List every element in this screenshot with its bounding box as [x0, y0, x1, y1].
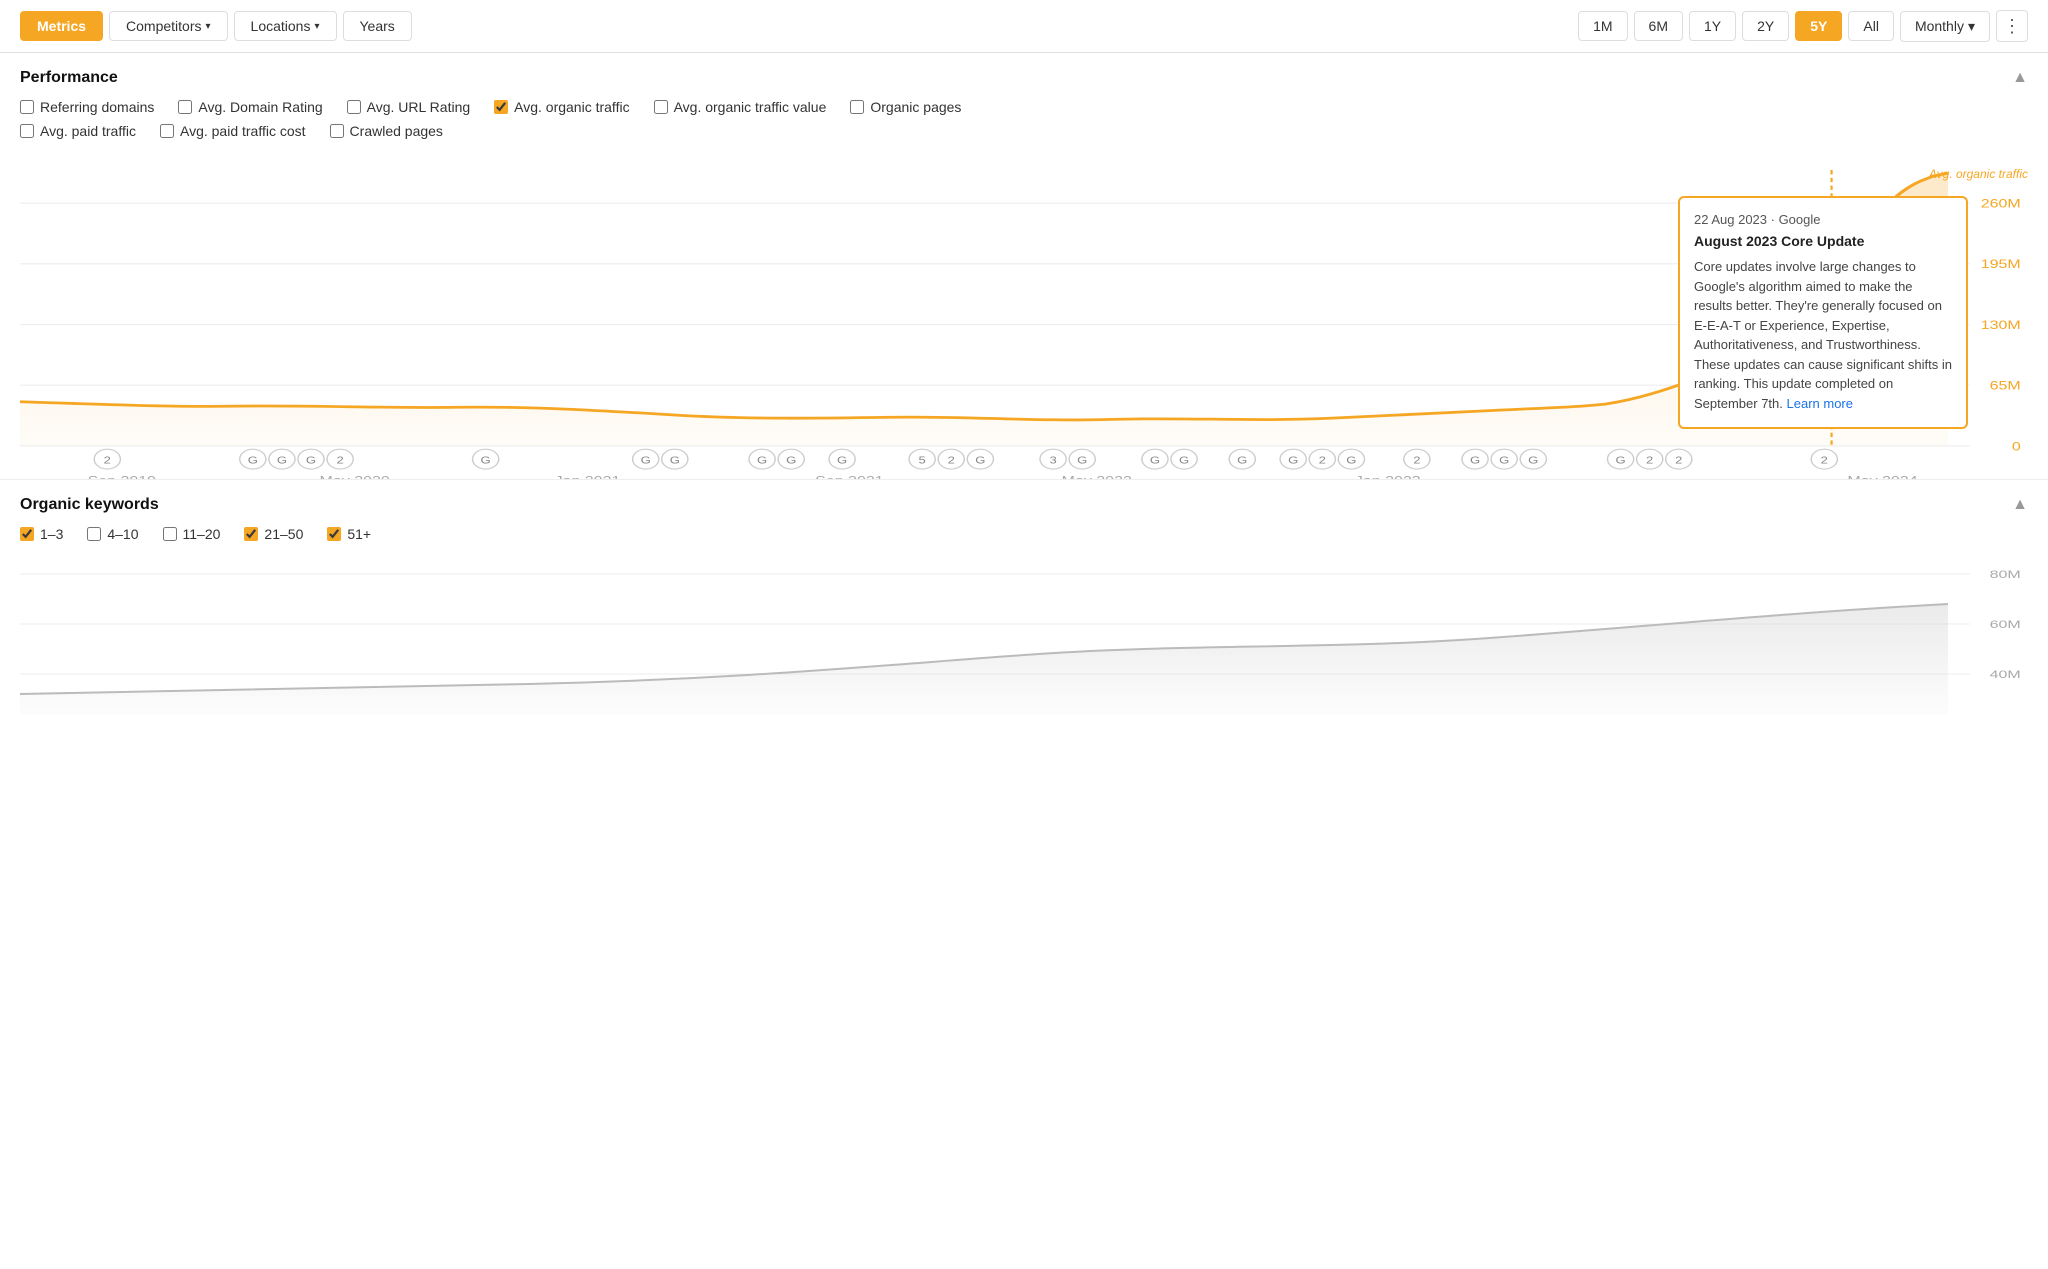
svg-text:G: G — [1615, 455, 1625, 466]
svg-text:195M: 195M — [1981, 258, 2021, 272]
svg-text:Jan 2023: Jan 2023 — [1355, 474, 1421, 479]
locations-button[interactable]: Locations ▾ — [234, 11, 337, 41]
svg-text:G: G — [277, 455, 287, 466]
chevron-down-icon: ▾ — [1968, 18, 1975, 35]
svg-text:2: 2 — [1319, 455, 1326, 466]
years-button[interactable]: Years — [343, 11, 412, 41]
performance-title: Performance — [20, 69, 118, 87]
svg-text:G: G — [757, 455, 767, 466]
svg-text:May 2024: May 2024 — [1847, 474, 1917, 479]
performance-chart: Avg. organic traffic — [20, 159, 2028, 479]
checkbox-avg-organic-traffic-value[interactable]: Avg. organic traffic value — [654, 99, 827, 115]
svg-text:Jan 2021: Jan 2021 — [555, 474, 621, 479]
svg-text:G: G — [306, 455, 316, 466]
performance-section: Performance ▲ Referring domains Avg. Dom… — [0, 53, 2048, 479]
chevron-down-icon: ▾ — [206, 21, 211, 32]
svg-text:260M: 260M — [1981, 197, 2021, 211]
5y-button[interactable]: 5Y — [1795, 11, 1842, 41]
1m-button[interactable]: 1M — [1578, 11, 1627, 41]
svg-text:40M: 40M — [1990, 668, 2021, 680]
organic-keywords-section: Organic keywords ▲ 1–3 4–10 11–20 21–50 … — [0, 480, 2048, 714]
svg-text:G: G — [1237, 455, 1247, 466]
collapse-organic-keywords-button[interactable]: ▲ — [2012, 496, 2028, 514]
checkbox-avg-paid-traffic-cost[interactable]: Avg. paid traffic cost — [160, 123, 306, 139]
filter-4-10[interactable]: 4–10 — [87, 526, 138, 542]
organic-keywords-chart: 80M 60M 40M — [20, 554, 2028, 714]
svg-text:G: G — [1179, 455, 1189, 466]
metrics-button[interactable]: Metrics — [20, 11, 103, 41]
svg-text:60M: 60M — [1990, 618, 2021, 630]
nav-left: Metrics Competitors ▾ Locations ▾ Years — [20, 11, 412, 41]
6m-button[interactable]: 6M — [1634, 11, 1683, 41]
checkbox-avg-url-rating[interactable]: Avg. URL Rating — [347, 99, 471, 115]
nav-right: 1M 6M 1Y 2Y 5Y All Monthly ▾ ⋮ — [1578, 10, 2028, 42]
svg-text:3: 3 — [1049, 455, 1056, 466]
svg-text:G: G — [670, 455, 680, 466]
chart2-svg: 80M 60M 40M — [20, 554, 2028, 714]
svg-text:80M: 80M — [1990, 568, 2021, 580]
tooltip-title: August 2023 Core Update — [1694, 233, 1952, 249]
svg-text:2: 2 — [104, 455, 111, 466]
svg-text:G: G — [975, 455, 985, 466]
svg-text:2: 2 — [948, 455, 955, 466]
checkbox-avg-organic-traffic[interactable]: Avg. organic traffic — [494, 99, 629, 115]
svg-text:G: G — [481, 455, 491, 466]
svg-text:0: 0 — [2012, 440, 2021, 454]
2y-button[interactable]: 2Y — [1742, 11, 1789, 41]
chart-series-label: Avg. organic traffic — [1929, 167, 2028, 181]
tooltip-learn-more-link[interactable]: Learn more — [1787, 396, 1853, 411]
checkbox-referring-domains[interactable]: Referring domains — [20, 99, 154, 115]
svg-text:G: G — [1499, 455, 1509, 466]
organic-keywords-header: Organic keywords ▲ — [20, 480, 2028, 526]
top-navigation: Metrics Competitors ▾ Locations ▾ Years … — [0, 0, 2048, 53]
svg-text:65M: 65M — [1990, 379, 2021, 393]
svg-text:Sep 2019: Sep 2019 — [88, 474, 157, 479]
checkbox-avg-paid-traffic[interactable]: Avg. paid traffic — [20, 123, 136, 139]
svg-text:May 2022: May 2022 — [1062, 474, 1132, 479]
svg-text:G: G — [1288, 455, 1298, 466]
svg-text:G: G — [641, 455, 651, 466]
tooltip-body: Core updates involve large changes to Go… — [1694, 257, 1952, 413]
monthly-button[interactable]: Monthly ▾ — [1900, 11, 1990, 42]
filter-21-50[interactable]: 21–50 — [244, 526, 303, 542]
svg-text:2: 2 — [336, 455, 343, 466]
svg-text:Sep 2021: Sep 2021 — [815, 474, 884, 479]
svg-text:G: G — [1346, 455, 1356, 466]
chevron-down-icon: ▾ — [314, 21, 319, 32]
1y-button[interactable]: 1Y — [1689, 11, 1736, 41]
checkbox-organic-pages[interactable]: Organic pages — [850, 99, 961, 115]
svg-text:5: 5 — [919, 455, 926, 466]
organic-keywords-filters: 1–3 4–10 11–20 21–50 51+ — [20, 526, 2028, 554]
tooltip-date: 22 Aug 2023 · Google — [1694, 212, 1952, 227]
google-update-tooltip: 22 Aug 2023 · Google August 2023 Core Up… — [1678, 196, 1968, 429]
competitors-button[interactable]: Competitors ▾ — [109, 11, 228, 41]
svg-text:2: 2 — [1646, 455, 1653, 466]
more-options-button[interactable]: ⋮ — [1996, 10, 2028, 42]
filter-1-3[interactable]: 1–3 — [20, 526, 63, 542]
all-button[interactable]: All — [1848, 11, 1894, 41]
checkbox-crawled-pages[interactable]: Crawled pages — [330, 123, 443, 139]
performance-header: Performance ▲ — [20, 53, 2028, 99]
metrics-checkboxes-row2: Avg. paid traffic Avg. paid traffic cost… — [20, 123, 2028, 151]
filter-51-plus[interactable]: 51+ — [327, 526, 371, 542]
svg-text:2: 2 — [1413, 455, 1420, 466]
organic-keywords-title: Organic keywords — [20, 496, 159, 514]
svg-text:May 2020: May 2020 — [320, 474, 390, 479]
svg-text:G: G — [1077, 455, 1087, 466]
svg-text:G: G — [248, 455, 258, 466]
filter-11-20[interactable]: 11–20 — [163, 526, 221, 542]
svg-text:G: G — [1528, 455, 1538, 466]
svg-text:2: 2 — [1821, 455, 1828, 466]
collapse-performance-button[interactable]: ▲ — [2012, 69, 2028, 87]
svg-text:130M: 130M — [1981, 319, 2021, 333]
svg-text:G: G — [786, 455, 796, 466]
svg-text:G: G — [1150, 455, 1160, 466]
checkbox-avg-domain-rating[interactable]: Avg. Domain Rating — [178, 99, 322, 115]
svg-text:G: G — [1470, 455, 1480, 466]
svg-text:G: G — [837, 455, 847, 466]
svg-text:2: 2 — [1675, 455, 1682, 466]
